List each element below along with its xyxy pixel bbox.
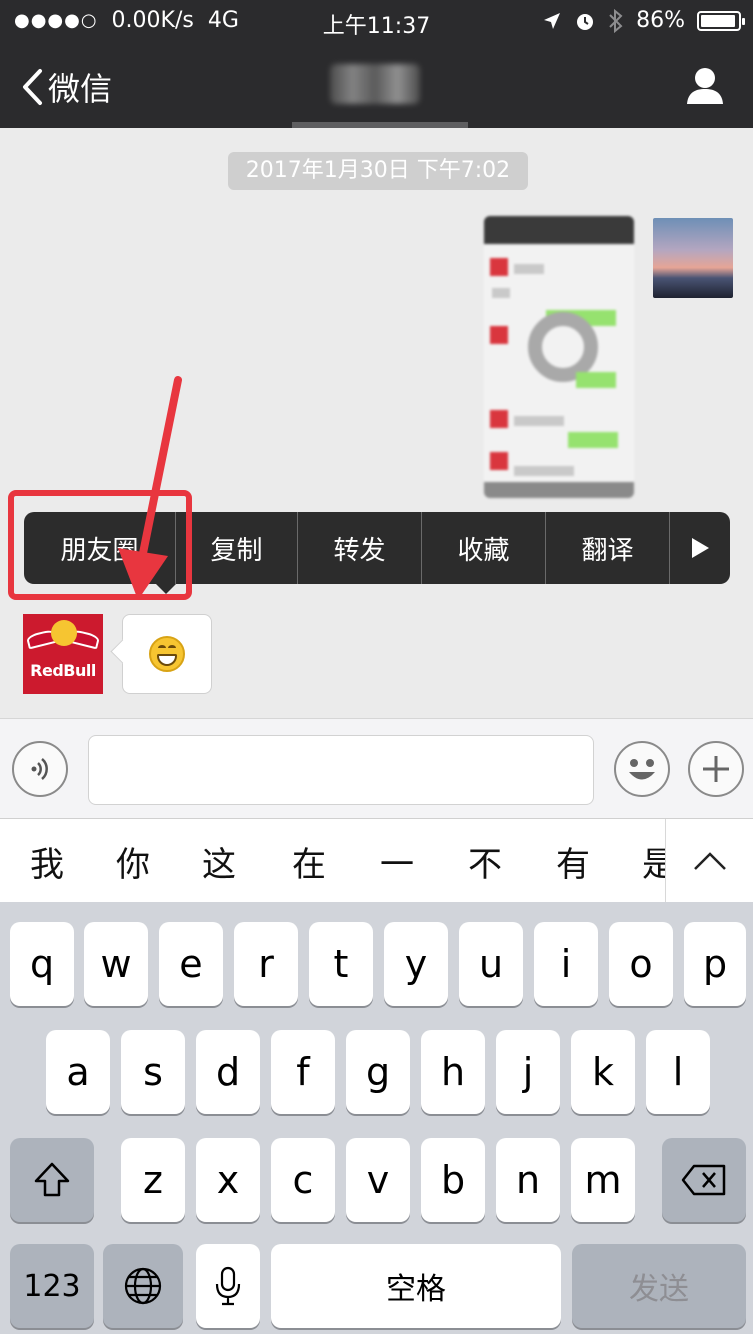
play-right-icon xyxy=(692,538,709,558)
grinning-emoji-icon xyxy=(149,636,185,672)
emoji-button[interactable] xyxy=(614,741,670,797)
avatar-brand-text: RedBull xyxy=(30,661,96,680)
numbers-key[interactable]: 123 xyxy=(10,1244,94,1328)
key-d[interactable]: d xyxy=(196,1030,260,1114)
location-icon xyxy=(544,12,561,29)
globe-icon xyxy=(124,1267,162,1305)
key-q[interactable]: q xyxy=(10,922,74,1006)
key-b[interactable]: b xyxy=(421,1138,485,1222)
back-button[interactable]: 微信 xyxy=(20,64,112,110)
key-v[interactable]: v xyxy=(346,1138,410,1222)
my-avatar[interactable] xyxy=(653,218,733,298)
plus-icon xyxy=(703,756,729,782)
battery-icon xyxy=(697,10,745,31)
candidate-bar: 我 你 这 在 一 不 有 是 xyxy=(0,818,753,903)
menu-item-moments[interactable]: 朋友圈 xyxy=(24,512,176,584)
microphone-icon xyxy=(215,1266,241,1306)
chat-title-text: 大哥 xyxy=(330,64,420,110)
top-bar: ●●●●○ 0.00K/s 4G 上午11:37 86% 微信 大哥 xyxy=(0,0,753,130)
shift-icon xyxy=(34,1162,70,1197)
key-r[interactable]: r xyxy=(234,922,298,1006)
emoji-message-bubble[interactable] xyxy=(122,614,212,694)
expand-candidates-button[interactable] xyxy=(665,819,753,903)
key-h[interactable]: h xyxy=(421,1030,485,1114)
key-p[interactable]: p xyxy=(684,922,746,1006)
voice-icon xyxy=(31,758,48,780)
status-right: 86% xyxy=(542,8,745,33)
key-o[interactable]: o xyxy=(609,922,673,1006)
bluetooth-icon xyxy=(609,8,623,33)
key-a[interactable]: a xyxy=(46,1030,110,1114)
voice-button[interactable] xyxy=(12,741,68,797)
back-chevron-icon xyxy=(23,69,42,105)
globe-key[interactable] xyxy=(103,1244,183,1328)
message-input[interactable] xyxy=(88,735,594,805)
key-j[interactable]: j xyxy=(496,1030,560,1114)
candidate-word[interactable]: 这 xyxy=(202,837,236,886)
key-c[interactable]: c xyxy=(271,1138,335,1222)
candidate-word[interactable]: 你 xyxy=(116,837,150,886)
key-g[interactable]: g xyxy=(346,1030,410,1114)
emoji-icon xyxy=(629,759,655,780)
keyboard: q w e r t y u i o p a s d f g h j k l z … xyxy=(0,902,753,1334)
back-label: 微信 xyxy=(48,70,113,108)
key-e[interactable]: e xyxy=(159,922,223,1006)
key-f[interactable]: f xyxy=(271,1030,335,1114)
candidate-word[interactable]: 在 xyxy=(292,837,326,886)
key-y[interactable]: y xyxy=(384,922,448,1006)
send-key[interactable]: 发送 xyxy=(572,1244,746,1328)
key-u[interactable]: u xyxy=(459,922,523,1006)
menu-item-copy[interactable]: 复制 xyxy=(176,512,298,584)
candidate-word[interactable]: 有 xyxy=(556,837,590,886)
key-m[interactable]: m xyxy=(571,1138,635,1222)
menu-item-forward[interactable]: 转发 xyxy=(298,512,422,584)
shift-key[interactable] xyxy=(10,1138,94,1222)
key-k[interactable]: k xyxy=(571,1030,635,1114)
menu-item-translate[interactable]: 翻译 xyxy=(546,512,670,584)
status-bar: ●●●●○ 0.00K/s 4G 上午11:37 86% xyxy=(0,0,753,40)
navigation-bar: 微信 大哥 xyxy=(0,40,753,128)
key-l[interactable]: l xyxy=(646,1030,710,1114)
input-bar xyxy=(0,718,753,818)
menu-more-button[interactable] xyxy=(670,512,730,584)
friend-avatar[interactable]: RedBull xyxy=(23,614,103,694)
chat-title: 大哥 xyxy=(330,64,420,104)
plus-button[interactable] xyxy=(688,741,744,797)
battery-percent: 86% xyxy=(636,8,685,33)
delete-icon xyxy=(681,1164,726,1196)
candidate-word[interactable]: 一 xyxy=(380,837,414,886)
menu-pointer xyxy=(156,584,176,594)
candidate-word[interactable]: 不 xyxy=(468,837,502,886)
key-w[interactable]: w xyxy=(84,922,148,1006)
key-s[interactable]: s xyxy=(121,1030,185,1114)
key-n[interactable]: n xyxy=(496,1138,560,1222)
key-t[interactable]: t xyxy=(309,922,373,1006)
image-message[interactable] xyxy=(484,216,634,498)
alarm-icon xyxy=(577,13,594,30)
key-i[interactable]: i xyxy=(534,922,598,1006)
microphone-key[interactable] xyxy=(196,1244,260,1328)
space-key[interactable]: 空格 xyxy=(271,1244,561,1328)
message-timestamp: 2017年1月30日 下午7:02 xyxy=(228,152,528,190)
candidate-word[interactable]: 我 xyxy=(30,837,64,886)
delete-key[interactable] xyxy=(662,1138,746,1222)
key-z[interactable]: z xyxy=(121,1138,185,1222)
menu-item-favorite[interactable]: 收藏 xyxy=(422,512,546,584)
profile-icon[interactable] xyxy=(685,66,725,106)
key-x[interactable]: x xyxy=(196,1138,260,1222)
message-context-menu: 朋友圈 复制 转发 收藏 翻译 xyxy=(24,512,730,584)
chevron-up-icon xyxy=(693,852,726,870)
chat-area[interactable]: 2017年1月30日 下午7:02 朋友圈 复制 转发 收藏 翻译 RedBul… xyxy=(0,128,753,718)
